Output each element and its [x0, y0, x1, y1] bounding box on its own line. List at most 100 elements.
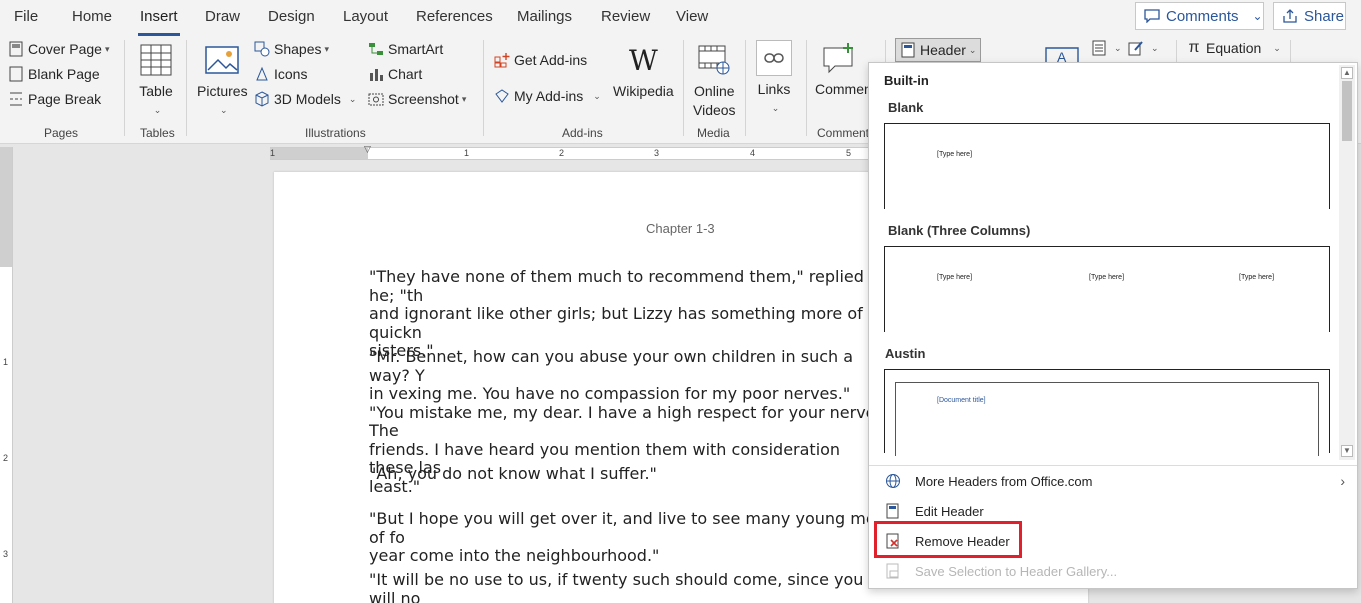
- chart-icon: [368, 66, 384, 82]
- tab-references[interactable]: References: [416, 8, 493, 25]
- austin-frame: [895, 382, 1319, 456]
- ruler-margin: [270, 148, 368, 159]
- pictures-button[interactable]: Pictures ⌄: [197, 42, 248, 120]
- ruler-number: 1: [270, 148, 276, 158]
- blank-page-label: Blank Page: [28, 66, 100, 82]
- online-video-icon: [696, 42, 732, 78]
- comments-label: Comments: [1166, 7, 1239, 25]
- my-add-ins-label: My Add-ins: [514, 88, 584, 104]
- chevron-down-icon: ▾: [324, 43, 330, 54]
- page-break-label: Page Break: [28, 91, 102, 107]
- chevron-down-icon: ⌄: [1114, 42, 1122, 53]
- header-text[interactable]: Chapter 1-3: [646, 221, 715, 236]
- cover-page-button[interactable]: Cover Page ▾: [8, 41, 109, 57]
- blank-page-button[interactable]: Blank Page: [8, 66, 100, 82]
- quick-parts-button[interactable]: ⌄: [1091, 40, 1122, 56]
- icons-icon: [254, 66, 270, 82]
- horizontal-ruler[interactable]: 1 1 2 3 4 5 ▽: [270, 144, 870, 160]
- get-add-ins-icon: [494, 52, 510, 68]
- menu-item-label: More Headers from Office.com: [915, 473, 1093, 489]
- scroll-up-icon[interactable]: ▲: [1341, 67, 1353, 79]
- share-button[interactable]: Share: [1273, 2, 1346, 30]
- comment-icon: [1144, 7, 1160, 25]
- menu-item-label: Edit Header: [915, 503, 984, 519]
- signature-line-button[interactable]: ⌄: [1128, 40, 1159, 56]
- equation-button[interactable]: π Equation ⌄: [1186, 39, 1281, 56]
- scroll-down-icon[interactable]: ▼: [1341, 445, 1353, 457]
- scrollbar-thumb[interactable]: [1342, 81, 1352, 141]
- gallery-section-label: Blank (Three Columns): [888, 223, 1031, 238]
- share-icon: [1282, 7, 1298, 25]
- get-add-ins-button[interactable]: Get Add-ins: [494, 52, 587, 68]
- more-headers-menu-item[interactable]: More Headers from Office.com ›: [875, 467, 1353, 495]
- my-add-ins-button[interactable]: My Add-ins ⌄: [494, 88, 601, 104]
- online-videos-label-2: Videos: [693, 102, 736, 118]
- table-button[interactable]: Table ⌄: [138, 42, 174, 120]
- indent-marker-icon[interactable]: ▽: [364, 144, 371, 155]
- signature-icon: [1128, 40, 1144, 56]
- links-label: Links: [757, 81, 791, 97]
- 3d-models-button[interactable]: 3D Models ⌄: [254, 91, 356, 107]
- text-box-icon: A: [1044, 42, 1080, 64]
- table-icon: [138, 42, 174, 78]
- online-videos-label-1: Online: [694, 83, 735, 99]
- chevron-down-icon: ⌄: [348, 93, 357, 104]
- chevron-down-icon: ⌄: [1273, 42, 1281, 53]
- icons-button[interactable]: Icons: [254, 66, 307, 82]
- ruler-number: 2: [559, 148, 565, 158]
- smartart-icon: [368, 41, 384, 57]
- tab-home[interactable]: Home: [72, 8, 112, 25]
- tab-file[interactable]: File: [14, 8, 38, 25]
- chevron-down-icon: ⌄: [1252, 9, 1263, 23]
- header-option-blank[interactable]: [Type here]: [884, 123, 1330, 209]
- comments-group-label: Comment: [817, 126, 868, 140]
- illustrations-group-label: Illustrations: [305, 126, 366, 140]
- placeholder-text: [Type here]: [937, 151, 973, 158]
- menu-tab-bar: File Home Insert Draw Design Layout Refe…: [0, 0, 1361, 36]
- chevron-down-icon: ⌄: [220, 105, 228, 115]
- ruler-number: 1: [3, 357, 9, 367]
- ruler-number: 3: [654, 148, 660, 158]
- text-box-button[interactable]: A: [1044, 42, 1084, 64]
- new-comment-icon: [821, 40, 857, 76]
- wikipedia-button[interactable]: W Wikipedia: [613, 42, 674, 101]
- paragraph[interactable]: "Ah, you do not know what I suffer.": [369, 465, 889, 484]
- tab-mailings[interactable]: Mailings: [517, 8, 572, 25]
- chevron-down-icon: ⌄: [968, 44, 977, 55]
- 3d-models-label: 3D Models: [274, 91, 341, 107]
- tab-insert[interactable]: Insert: [138, 8, 180, 36]
- new-comment-button[interactable]: Comment: [815, 40, 870, 99]
- chevron-down-icon: ⌄: [153, 105, 162, 115]
- ruler-number: 3: [3, 549, 9, 559]
- header-button[interactable]: Header ⌄: [895, 38, 982, 62]
- tab-draw[interactable]: Draw: [205, 8, 240, 25]
- chevron-down-icon: ⌄: [593, 90, 601, 101]
- screenshot-button[interactable]: Screenshot ▾: [368, 91, 466, 107]
- ruler-number: 4: [750, 148, 756, 158]
- tab-view[interactable]: View: [676, 8, 708, 25]
- tab-design[interactable]: Design: [268, 8, 315, 25]
- paragraph[interactable]: "But I hope you will get over it, and li…: [369, 510, 889, 566]
- ribbon-separator: [483, 40, 484, 136]
- page-break-button[interactable]: Page Break: [8, 91, 101, 107]
- smartart-button[interactable]: SmartArt: [368, 41, 443, 57]
- comments-button[interactable]: Comments ⌄: [1135, 2, 1264, 30]
- paragraph[interactable]: "It will be no use to us, if twenty such…: [369, 571, 889, 603]
- quick-parts-icon: [1091, 40, 1107, 56]
- link-icon: [756, 40, 792, 76]
- pictures-icon: [204, 42, 240, 78]
- links-button[interactable]: Links ⌄: [756, 40, 792, 118]
- ribbon-separator: [186, 40, 187, 136]
- ribbon-separator: [683, 40, 684, 136]
- tab-layout[interactable]: Layout: [343, 8, 388, 25]
- chart-button[interactable]: Chart: [368, 66, 422, 82]
- paragraph[interactable]: "They have none of them much to recommen…: [369, 268, 889, 361]
- shapes-button[interactable]: Shapes ▾: [254, 41, 329, 57]
- header-option-blank-three-columns[interactable]: [Type here] [Type here] [Type here]: [884, 246, 1330, 332]
- tab-review[interactable]: Review: [601, 8, 650, 25]
- vertical-ruler[interactable]: 1 2 3: [0, 147, 13, 603]
- online-videos-button[interactable]: Online Videos: [693, 42, 736, 120]
- header-option-austin[interactable]: [Document title]: [884, 369, 1330, 456]
- gallery-scrollbar[interactable]: ▲ ▼: [1339, 65, 1355, 460]
- chevron-down-icon: ⌄: [1151, 42, 1159, 53]
